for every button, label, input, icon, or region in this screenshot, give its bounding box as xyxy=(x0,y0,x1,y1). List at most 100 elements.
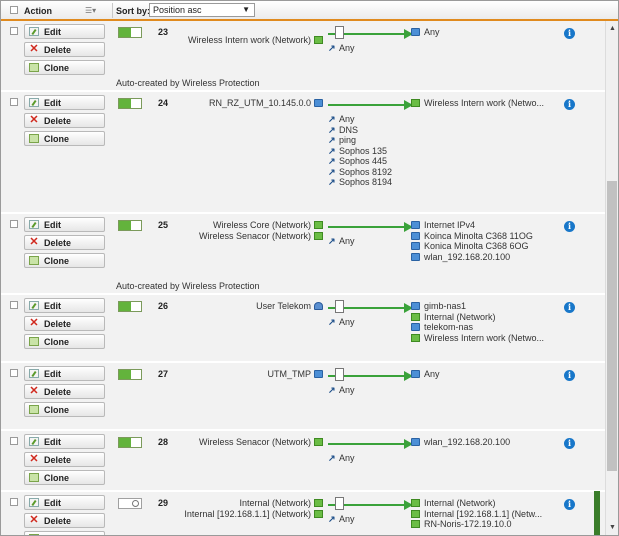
sort-select[interactable]: Position asc ▼ xyxy=(149,3,255,17)
row-checkbox[interactable] xyxy=(10,437,18,445)
delete-button[interactable]: ✕ Delete xyxy=(24,42,105,57)
row-checkbox[interactable] xyxy=(10,220,18,228)
clone-button[interactable]: Clone xyxy=(24,334,105,349)
rule-status-toggle[interactable] xyxy=(118,498,142,509)
scroll-up-icon[interactable]: ▲ xyxy=(609,25,616,32)
rule-source[interactable]: Wireless Senacor (Network) xyxy=(199,437,323,447)
rule-destination[interactable]: Any xyxy=(411,369,440,380)
row-checkbox[interactable] xyxy=(10,98,18,106)
column-menu-icon[interactable]: ☰▾ xyxy=(85,6,96,15)
service-item[interactable]: ↗ DNS xyxy=(328,125,358,136)
service-item[interactable]: ↗ Sophos 445 xyxy=(328,156,387,167)
rule-source[interactable]: Internal [192.168.1.1] (Network) xyxy=(184,509,323,519)
edit-button[interactable]: Edit xyxy=(24,298,105,313)
clone-label: Clone xyxy=(44,63,70,73)
rule-status-toggle[interactable] xyxy=(118,220,142,231)
rule-source[interactable]: Wireless Intern work (Network) xyxy=(188,35,323,45)
rule-destination[interactable]: Internet IPv4 xyxy=(411,220,475,231)
rule-destination[interactable]: wlan_192.168.20.100 xyxy=(411,252,510,263)
service-wrench-icon: ↗ xyxy=(328,453,336,463)
clone-button[interactable]: Clone xyxy=(24,531,105,535)
delete-button[interactable]: ✕ Delete xyxy=(24,113,105,128)
info-icon[interactable]: i xyxy=(564,438,575,449)
scrollbar-thumb[interactable] xyxy=(607,181,617,471)
rule-destination[interactable]: Wireless Intern work (Netwo... xyxy=(411,98,544,109)
network-blue-icon xyxy=(411,221,420,229)
rule-destination[interactable]: Konica Minolta C368 6OG xyxy=(411,241,529,252)
any-blue-icon xyxy=(411,370,420,378)
source-name: Wireless Intern work (Network) xyxy=(187,35,311,45)
destination-name: Internal (Network) xyxy=(424,311,496,322)
rule-destination[interactable]: RN-Noris-172.19.10.0 xyxy=(411,519,512,530)
info-icon[interactable]: i xyxy=(564,28,575,39)
rule-status-toggle[interactable] xyxy=(118,369,142,380)
service-item[interactable]: ↗ Any xyxy=(328,114,355,125)
scroll-down-icon[interactable]: ▼ xyxy=(609,524,616,531)
rule-source[interactable]: UTM_TMP xyxy=(268,369,323,379)
rule-destination[interactable]: Wireless Intern work (Netwo... xyxy=(411,333,544,344)
info-icon[interactable]: i xyxy=(564,302,575,313)
rule-source[interactable]: User Telekom xyxy=(256,301,323,311)
info-icon[interactable]: i xyxy=(564,221,575,232)
rule-status-toggle[interactable] xyxy=(118,27,142,38)
rule-status-toggle[interactable] xyxy=(118,98,142,109)
clone-button[interactable]: Clone xyxy=(24,402,105,417)
network-green-icon xyxy=(411,312,420,321)
delete-button[interactable]: ✕ Delete xyxy=(24,452,105,467)
flow-arrow-icon xyxy=(328,438,416,450)
service-item[interactable]: ↗ Sophos 8194 xyxy=(328,177,392,188)
edit-button[interactable]: Edit xyxy=(24,366,105,381)
select-all-checkbox[interactable] xyxy=(10,6,18,14)
service-item[interactable]: ↗ Any xyxy=(328,43,355,54)
rule-destination[interactable]: telekom-nas xyxy=(411,322,473,333)
clone-label: Clone xyxy=(44,256,70,266)
service-item[interactable]: ↗ Any xyxy=(328,385,355,396)
info-icon[interactable]: i xyxy=(564,370,575,381)
clone-label: Clone xyxy=(44,337,70,347)
vertical-scrollbar[interactable]: ▲ ▼ xyxy=(605,21,618,535)
service-item[interactable]: ↗ Any xyxy=(328,317,355,328)
rule-destination[interactable]: wlan_192.168.20.100 xyxy=(411,437,510,448)
rule-destination[interactable]: Internal [192.168.1.1] (Netw... xyxy=(411,509,542,520)
rule-status-toggle[interactable] xyxy=(118,301,142,312)
delete-button[interactable]: ✕ Delete xyxy=(24,316,105,331)
row-checkbox[interactable] xyxy=(10,27,18,35)
edit-button[interactable]: Edit xyxy=(24,24,105,39)
rule-source[interactable]: Wireless Senacor (Network) xyxy=(199,231,323,241)
rule-source[interactable]: Wireless Core (Network) xyxy=(213,220,323,230)
rule-destination[interactable]: Internal (Network) xyxy=(411,498,496,509)
clone-button[interactable]: Clone xyxy=(24,470,105,485)
service-item[interactable]: ↗ Sophos 135 xyxy=(328,146,387,157)
destination-name: Any xyxy=(424,27,440,37)
rule-destination[interactable]: Internal (Network) xyxy=(411,312,496,323)
service-wrench-icon: ↗ xyxy=(328,177,336,187)
row-checkbox[interactable] xyxy=(10,369,18,377)
edit-label: Edit xyxy=(44,220,61,230)
rule-destination[interactable]: Any xyxy=(411,27,440,38)
edit-button[interactable]: Edit xyxy=(24,495,105,510)
packet-filter-rule-list: Action ☰▾ Sort by: Position asc ▼ Edit ✕ D… xyxy=(0,0,619,536)
edit-button[interactable]: Edit xyxy=(24,434,105,449)
clone-button[interactable]: Clone xyxy=(24,131,105,146)
delete-button[interactable]: ✕ Delete xyxy=(24,513,105,528)
rule-destination[interactable]: gimb-nas1 xyxy=(411,301,466,312)
clone-button[interactable]: Clone xyxy=(24,60,105,75)
info-icon[interactable]: i xyxy=(564,499,575,510)
service-item[interactable]: ↗ Any xyxy=(328,236,355,247)
clone-button[interactable]: Clone xyxy=(24,253,105,268)
rule-destination[interactable]: Koinca Minolta C368 11OG xyxy=(411,231,533,242)
delete-button[interactable]: ✕ Delete xyxy=(24,384,105,399)
service-item[interactable]: ↗ Any xyxy=(328,514,355,525)
info-icon[interactable]: i xyxy=(564,99,575,110)
row-checkbox[interactable] xyxy=(10,301,18,309)
edit-button[interactable]: Edit xyxy=(24,95,105,110)
edit-button[interactable]: Edit xyxy=(24,217,105,232)
service-item[interactable]: ↗ Sophos 8192 xyxy=(328,167,392,178)
rule-source[interactable]: Internal (Network) xyxy=(239,498,323,508)
delete-button[interactable]: ✕ Delete xyxy=(24,235,105,250)
service-item[interactable]: ↗ Any xyxy=(328,453,355,464)
row-checkbox[interactable] xyxy=(10,498,18,506)
rule-status-toggle[interactable] xyxy=(118,437,142,448)
rule-source[interactable]: RN_RZ_UTM_10.145.0.0 xyxy=(209,98,323,108)
service-item[interactable]: ↗ ping xyxy=(328,135,356,146)
